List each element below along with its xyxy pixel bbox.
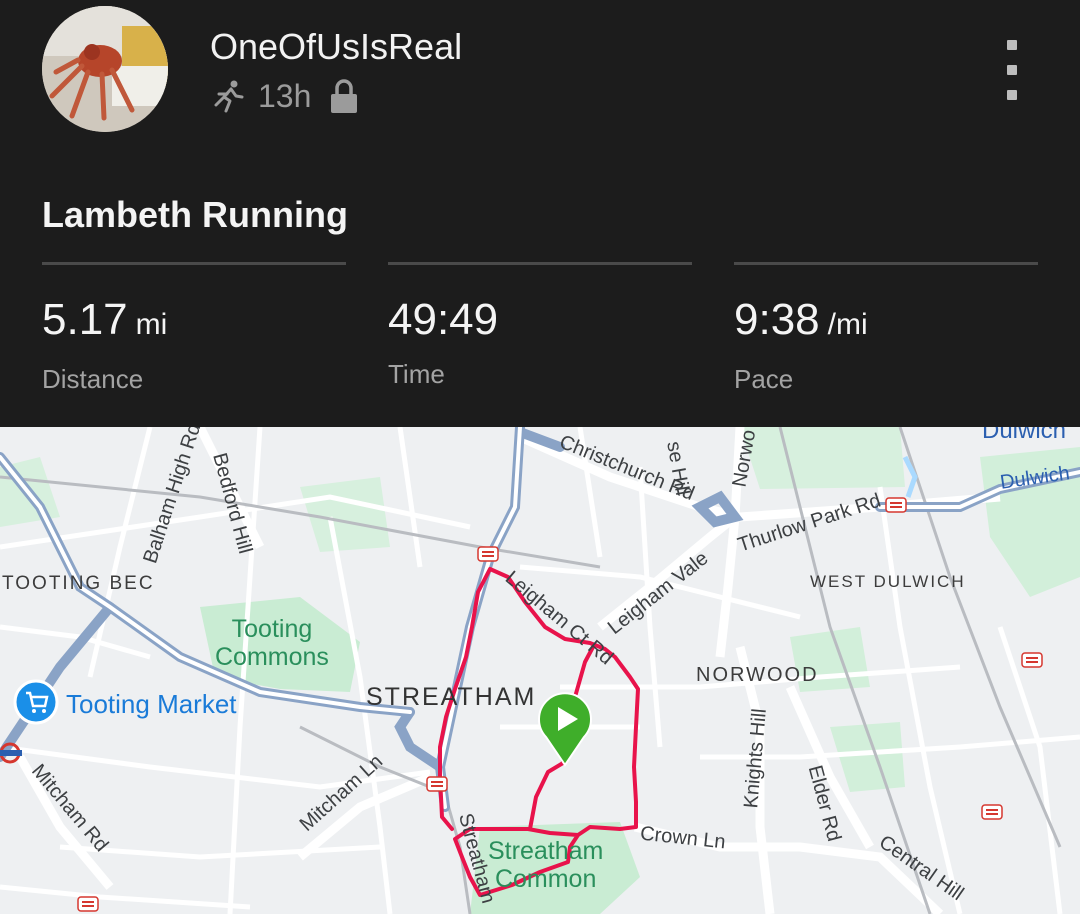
map-label-west-dulwich: WEST DULWICH	[810, 572, 966, 591]
more-options-icon[interactable]	[995, 40, 1029, 100]
stat-value: 5.17 mi	[42, 295, 346, 350]
stat-number: 9:38	[734, 295, 820, 344]
park-area	[740, 427, 905, 489]
route-map[interactable]: Dulwich Dulwich Christchurch Rd se Hill …	[0, 427, 1080, 914]
map-label-tooting-commons: Tooting Commons	[215, 615, 329, 671]
stat-unit: /mi	[827, 308, 868, 341]
activity-header: OneOfUsIsReal 13h Lambeth Running 5.17 mi…	[0, 0, 1080, 427]
stat-time: 49:49 Time	[388, 262, 692, 390]
stat-value: 9:38/mi	[734, 295, 1038, 350]
map-label-norwood: NORWOOD	[696, 664, 819, 686]
map-label-tooting-market[interactable]: Tooting Market	[66, 689, 237, 720]
stat-value: 49:49	[388, 295, 692, 345]
stat-pace: 9:38/mi Pace	[734, 262, 1038, 395]
activity-title[interactable]: Lambeth Running	[42, 194, 348, 236]
stat-number: 5.17	[42, 295, 128, 344]
stat-divider	[734, 262, 1038, 265]
start-marker-icon[interactable]	[538, 692, 592, 767]
time-ago: 13h	[258, 77, 312, 114]
username[interactable]: OneOfUsIsReal	[210, 26, 462, 68]
map-label-streatham: STREATHAM	[366, 683, 537, 711]
stat-divider	[388, 262, 692, 265]
stat-distance: 5.17 mi Distance	[42, 262, 346, 395]
more-dot	[1007, 40, 1017, 50]
lock-icon	[331, 79, 358, 113]
stat-unit: mi	[135, 308, 168, 341]
stat-label: Time	[388, 359, 445, 389]
map-label-streatham-common: Streatham Common	[488, 837, 604, 893]
running-person-icon	[214, 80, 244, 113]
stat-label: Distance	[42, 364, 144, 394]
map-label-tooting-bec: TOOTING BEC	[2, 573, 155, 594]
activity-meta: 13h	[210, 76, 359, 116]
stat-divider	[42, 262, 346, 265]
stat-number: 49:49	[388, 295, 499, 344]
map-label-dulwich: Dulwich	[982, 427, 1067, 444]
avatar-image	[42, 6, 168, 132]
shopping-poi-icon	[13, 679, 59, 725]
more-dot	[1007, 90, 1017, 100]
avatar[interactable]	[42, 6, 168, 132]
stat-label: Pace	[734, 364, 794, 394]
more-dot	[1007, 65, 1017, 75]
